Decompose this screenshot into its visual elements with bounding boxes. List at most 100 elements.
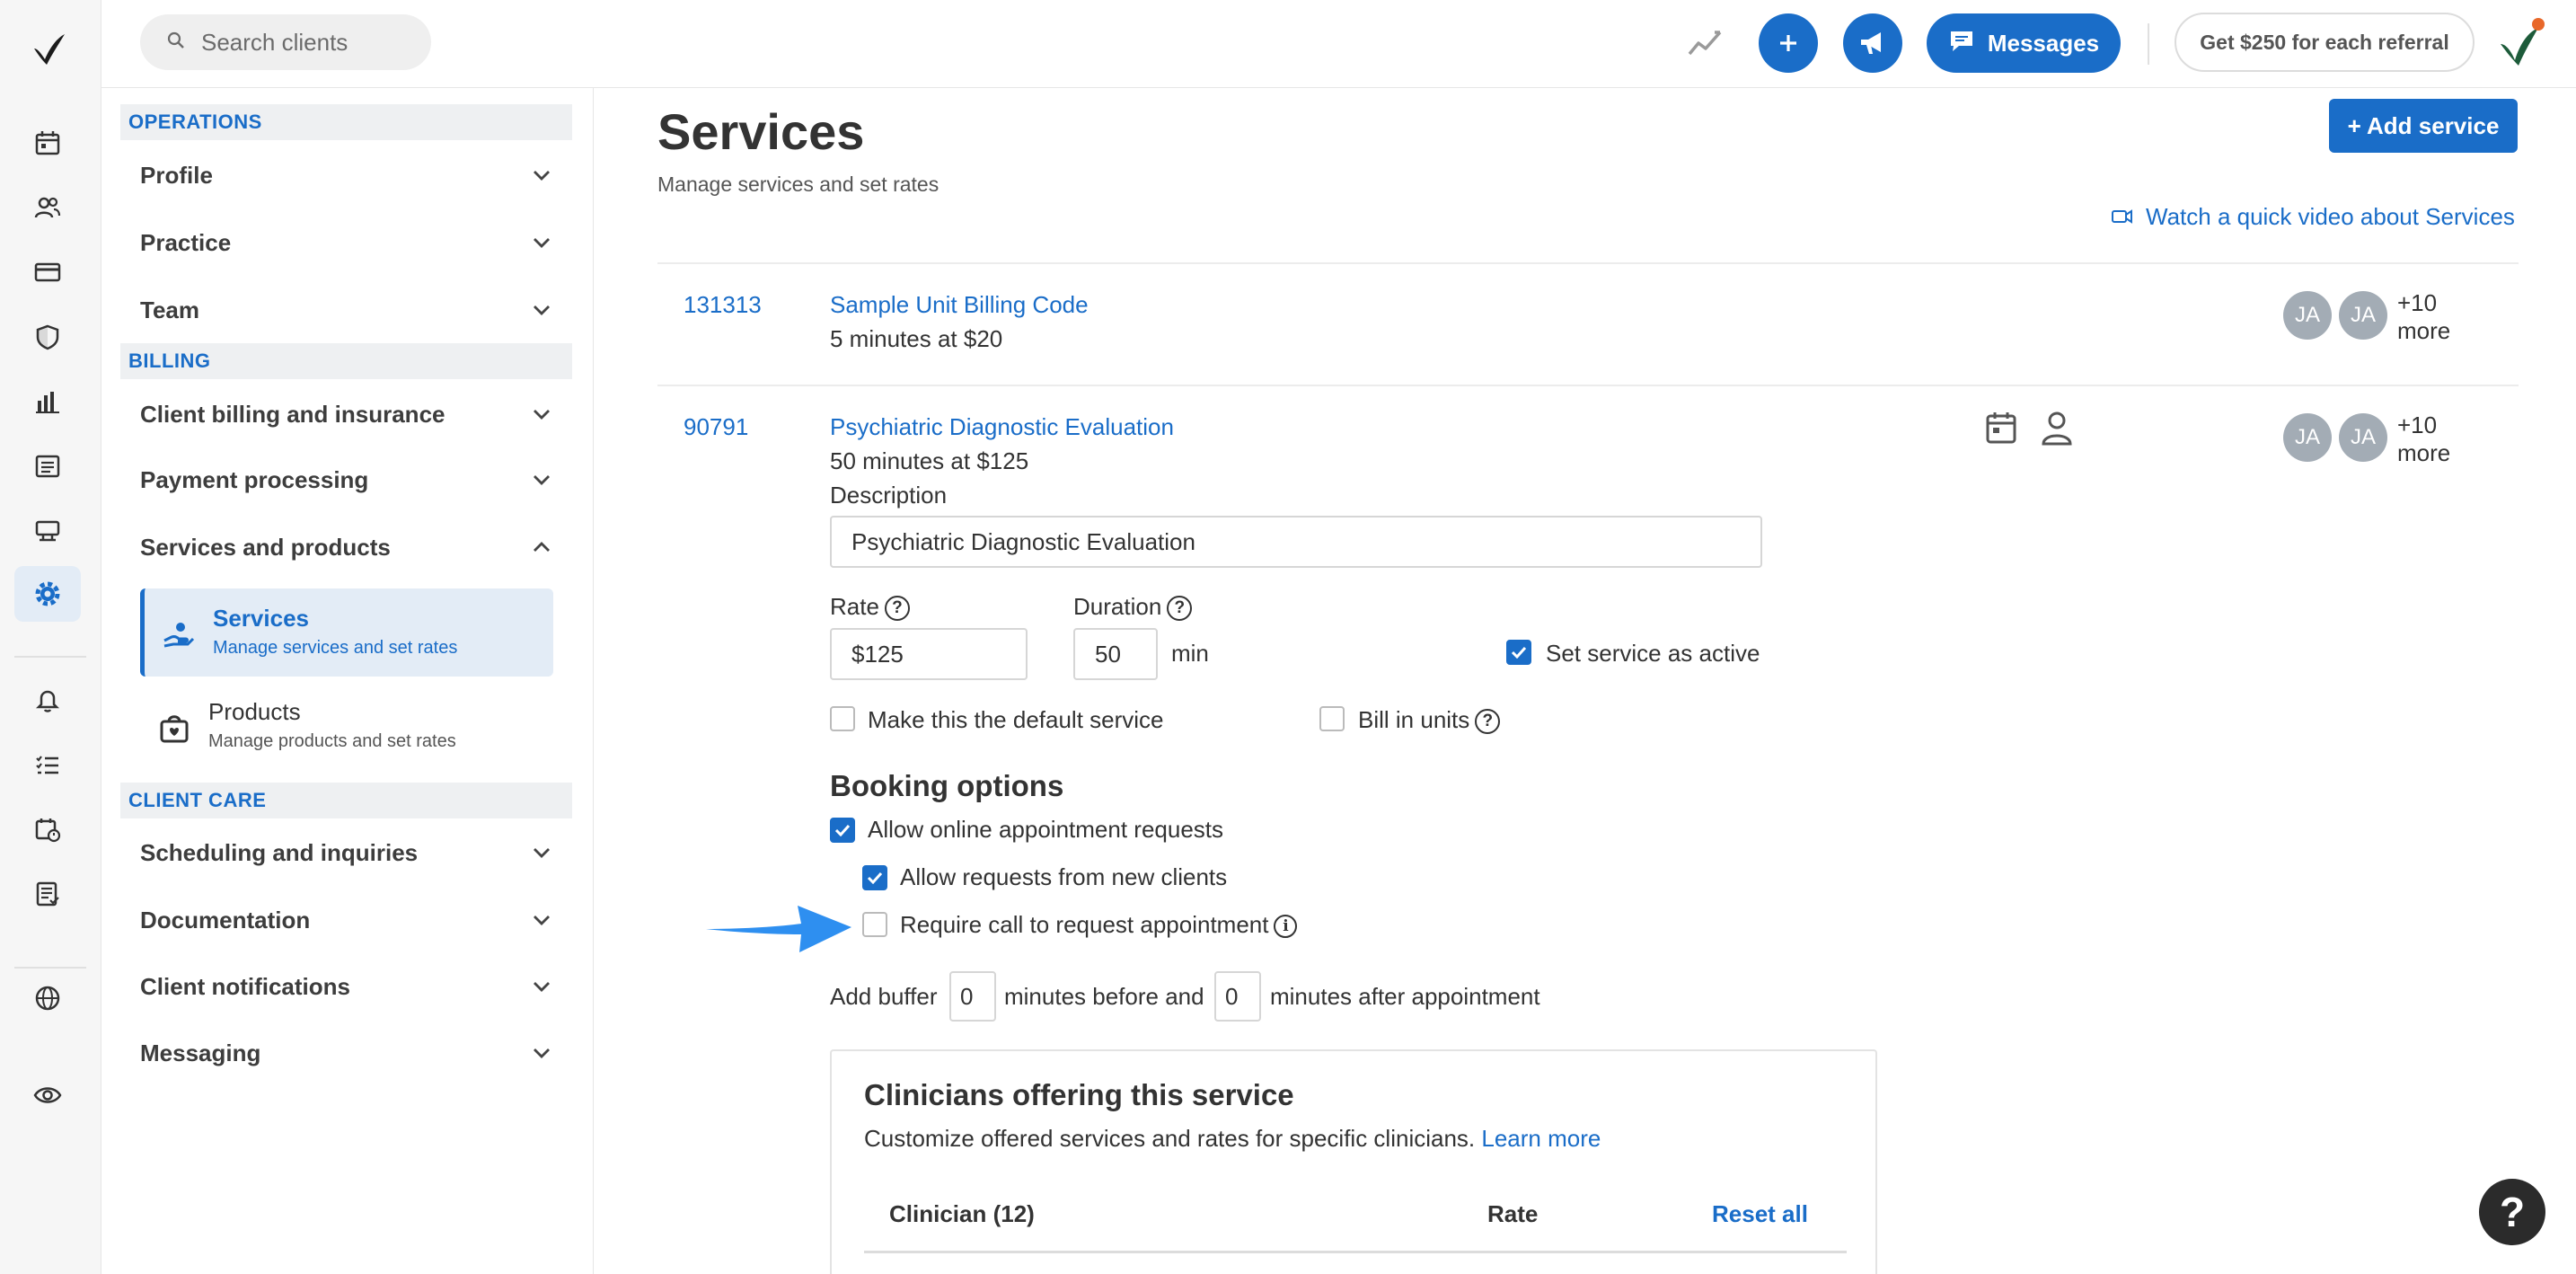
notification-dot [2532,18,2545,31]
billing-card-icon[interactable] [32,257,63,288]
sub-item-title: Services [213,605,309,632]
nav-item-payment-processing[interactable]: Payment processing [140,455,553,505]
user-avatar[interactable] [2491,16,2546,72]
description-label: Description [830,482,948,509]
sub-item-services[interactable]: Services Manage services and set rates [140,588,553,677]
set-active-label: Set service as active [1546,640,1760,667]
buffer-prefix: Add buffer [830,983,938,1010]
more-count: +10 [2397,411,2438,438]
settings-gear-icon[interactable] [14,566,81,622]
nav-item-messaging[interactable]: Messaging [140,1028,553,1078]
trend-chart-icon[interactable] [1686,25,1725,61]
reset-all-link[interactable]: Reset all [1712,1200,1808,1228]
set-active-checkbox[interactable] [1506,640,1531,665]
more-clinicians-count[interactable]: +10 more [2397,411,2450,467]
chevron-up-icon [530,535,553,559]
description-input[interactable]: Psychiatric Diagnostic Evaluation [830,516,1762,568]
chevron-down-icon [530,231,553,254]
duration-input[interactable]: 50 [1073,628,1158,680]
help-question-icon[interactable]: ? [1167,596,1193,622]
rate-input[interactable]: $125 [830,628,1028,680]
nav-item-team[interactable]: Team [140,285,553,335]
buffer-after-input[interactable]: 0 [1214,971,1261,1022]
service-code-link[interactable]: 90791 [684,413,748,441]
messages-button[interactable]: Messages [1927,13,2121,73]
nav-item-label: Profile [140,161,213,189]
help-question-icon[interactable]: ? [1475,709,1501,735]
calendar-clock-icon[interactable] [32,814,63,845]
nav-item-profile[interactable]: Profile [140,150,553,200]
learn-more-link[interactable]: Learn more [1481,1125,1601,1152]
clinician-avatar-chip: JA [2339,291,2387,340]
bill-in-units-label: Bill in units? [1358,706,1501,735]
referral-button[interactable]: Get $250 for each referral [2175,13,2475,72]
duration-label-text: Duration [1073,593,1162,620]
watch-video-link[interactable]: Watch a quick video about Services [2112,203,2515,231]
documents-icon[interactable] [32,879,63,909]
col-rate: Rate [1487,1200,1539,1227]
hand-service-icon [161,617,197,653]
top-bar: Search clients Messages Get $250 for eac… [101,0,2576,88]
chevron-down-icon [530,908,553,932]
nav-item-client-notifications[interactable]: Client notifications [140,961,553,1012]
allow-online-checkbox[interactable] [830,818,855,843]
search-input[interactable]: Search clients [140,14,431,70]
allow-new-clients-checkbox[interactable] [862,865,887,890]
buffer-before-input[interactable]: 0 [949,971,996,1022]
service-name-link[interactable]: Sample Unit Billing Code [830,291,1089,319]
announcements-megaphone-button[interactable] [1843,13,1902,73]
table-divider [864,1251,1847,1253]
analytics-icon[interactable] [32,386,63,417]
bill-in-units-checkbox[interactable] [1319,706,1345,731]
default-service-checkbox[interactable] [830,706,855,731]
col-clinician[interactable]: Clinician (12) [889,1200,1035,1228]
marketplace-icon[interactable] [32,516,63,546]
more-count: +10 [2397,289,2438,316]
nav-item-practice[interactable]: Practice [140,217,553,268]
require-call-text: Require call to request appointment [900,911,1269,938]
notifications-bell-icon[interactable] [32,685,63,715]
nav-item-documentation[interactable]: Documentation [140,895,553,945]
clinicians-panel: Clinicians offering this service Customi… [830,1049,1877,1274]
chevron-down-icon [530,1041,553,1065]
nav-item-label: Documentation [140,906,311,933]
clients-icon[interactable] [32,192,63,223]
more-clinicians-count[interactable]: +10 more [2397,289,2450,345]
sub-item-subtitle: Manage products and set rates [208,731,456,751]
nav-item-client-billing[interactable]: Client billing and insurance [140,389,553,439]
help-question-icon[interactable]: ? [884,596,910,622]
person-icon [2040,410,2074,446]
activity-list-icon[interactable] [32,451,63,482]
calendar-icon [1984,410,2018,446]
app-logo-icon[interactable] [29,29,68,68]
tasks-checklist-icon[interactable] [32,749,63,780]
rail-divider [14,656,86,658]
nav-item-services-and-products[interactable]: Services and products [140,522,553,572]
rail-divider [14,967,86,969]
product-box-icon [156,711,192,747]
sub-item-products[interactable]: Products Manage products and set rates [140,682,553,770]
info-icon[interactable]: i [1274,915,1298,939]
nav-item-scheduling[interactable]: Scheduling and inquiries [140,827,553,878]
allow-online-label: Allow online appointment requests [868,816,1224,843]
insurance-shield-icon[interactable] [32,322,63,352]
buffer-suffix: minutes after appointment [1270,983,1540,1010]
nav-item-label: Client billing and insurance [140,400,446,428]
calendar-icon[interactable] [32,128,63,158]
clinicians-title: Clinicians offering this service [864,1078,1294,1111]
service-name-link[interactable]: Psychiatric Diagnostic Evaluation [830,413,1174,441]
page-subtitle: Manage services and set rates [657,173,940,196]
help-button[interactable]: ? [2479,1179,2545,1245]
require-call-checkbox[interactable] [862,912,887,937]
globe-icon[interactable] [32,983,63,1013]
service-detail: 5 minutes at $20 [830,325,1003,352]
clinicians-subtitle: Customize offered services and rates for… [864,1125,1601,1153]
rate-label-text: Rate [830,593,879,620]
service-detail: 50 minutes at $125 [830,447,1029,474]
add-plus-button[interactable] [1759,13,1818,73]
search-placeholder: Search clients [201,28,348,56]
add-service-button[interactable]: + Add service [2329,99,2518,153]
service-code-link[interactable]: 131313 [684,291,762,319]
clinicians-subtitle-text: Customize offered services and rates for… [864,1125,1476,1152]
eye-icon[interactable] [32,1080,63,1110]
